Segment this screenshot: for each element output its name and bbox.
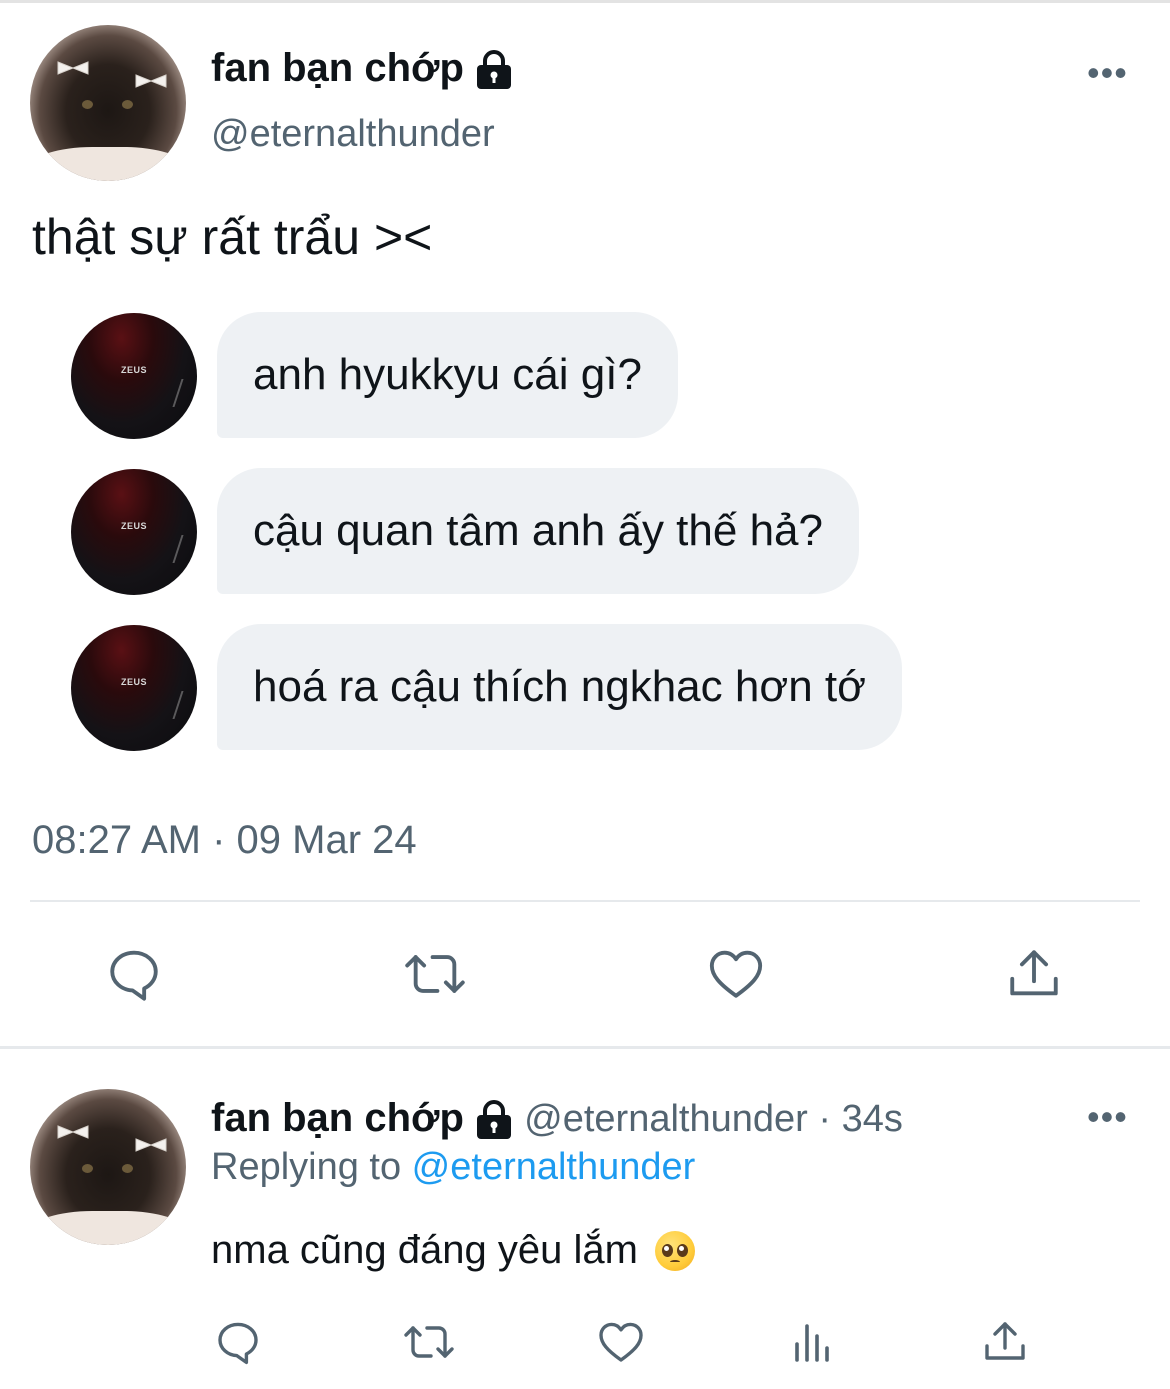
divider	[30, 900, 1140, 902]
author-avatar[interactable]	[30, 25, 186, 181]
cat-eye	[122, 1163, 133, 1173]
lock-icon	[477, 1100, 512, 1140]
share-icon	[985, 1322, 1025, 1360]
replying-to: Replying to @eternalthunder	[211, 1146, 696, 1188]
bow-icon	[57, 61, 89, 76]
reply-author-avatar[interactable]	[30, 1089, 186, 1245]
cat-eye	[122, 99, 133, 109]
cat-eye	[82, 99, 93, 109]
reply-button[interactable]	[104, 944, 164, 1004]
reply-icon	[110, 950, 158, 1001]
reply-text: nma cũng đáng yêu lắm	[211, 1228, 696, 1273]
section-divider	[0, 1046, 1170, 1049]
like-button[interactable]	[706, 944, 766, 1004]
share-button[interactable]	[1004, 944, 1064, 1004]
top-border	[0, 0, 1170, 3]
reply-share-button[interactable]	[980, 1317, 1030, 1367]
reply-author-handle[interactable]: @eternalthunder	[524, 1098, 808, 1140]
lock-icon	[477, 50, 512, 90]
bow-icon	[135, 74, 167, 88]
author-name[interactable]: fan bạn chớp	[211, 46, 513, 91]
like-icon	[709, 950, 763, 998]
reply-retweet-button[interactable]	[401, 1317, 457, 1367]
chat-bubble: cậu quan tâm anh ấy thế hả?	[217, 468, 859, 594]
chat-avatar: ZEUS	[71, 625, 197, 751]
avatar-shirt	[30, 1210, 186, 1245]
pleading-face-icon	[655, 1231, 696, 1271]
tweet-text: thật sự rất trẩu ><	[32, 209, 433, 265]
reply-like-button[interactable]	[596, 1317, 646, 1367]
cat-eye	[82, 1163, 93, 1173]
replying-mention-link[interactable]: @eternalthunder	[412, 1146, 696, 1188]
chat-avatar: ZEUS	[71, 313, 197, 439]
like-icon	[599, 1322, 643, 1362]
views-button[interactable]	[788, 1317, 838, 1367]
retweet-icon	[404, 1326, 454, 1358]
reply-time: · 34s	[807, 1098, 903, 1140]
chat-bubble: anh hyukkyu cái gì?	[217, 312, 678, 438]
bow-icon	[135, 1138, 167, 1152]
avatar-shirt	[30, 146, 186, 181]
reply-more-options-button[interactable]: •••	[1087, 1096, 1128, 1138]
chat-bubble: hoá ra cậu thích ngkhac hơn tớ	[217, 624, 902, 750]
reply-author-name[interactable]: fan bạn chớp	[211, 1096, 464, 1140]
tweet-timestamp[interactable]: 08:27 AM · 09 Mar 24	[32, 818, 417, 863]
retweet-button[interactable]	[402, 944, 468, 1004]
chat-avatar: ZEUS	[71, 469, 197, 595]
reply-reply-button[interactable]	[213, 1317, 263, 1367]
share-icon	[1010, 950, 1058, 996]
reply-icon	[218, 1322, 258, 1365]
views-icon	[795, 1324, 829, 1362]
retweet-icon	[405, 955, 465, 993]
author-handle[interactable]: @eternalthunder	[211, 113, 495, 156]
reply-header: fan bạn chớp @eternalthunder · 34s	[211, 1096, 903, 1141]
bow-icon	[57, 1125, 89, 1140]
more-options-button[interactable]: •••	[1087, 52, 1128, 94]
